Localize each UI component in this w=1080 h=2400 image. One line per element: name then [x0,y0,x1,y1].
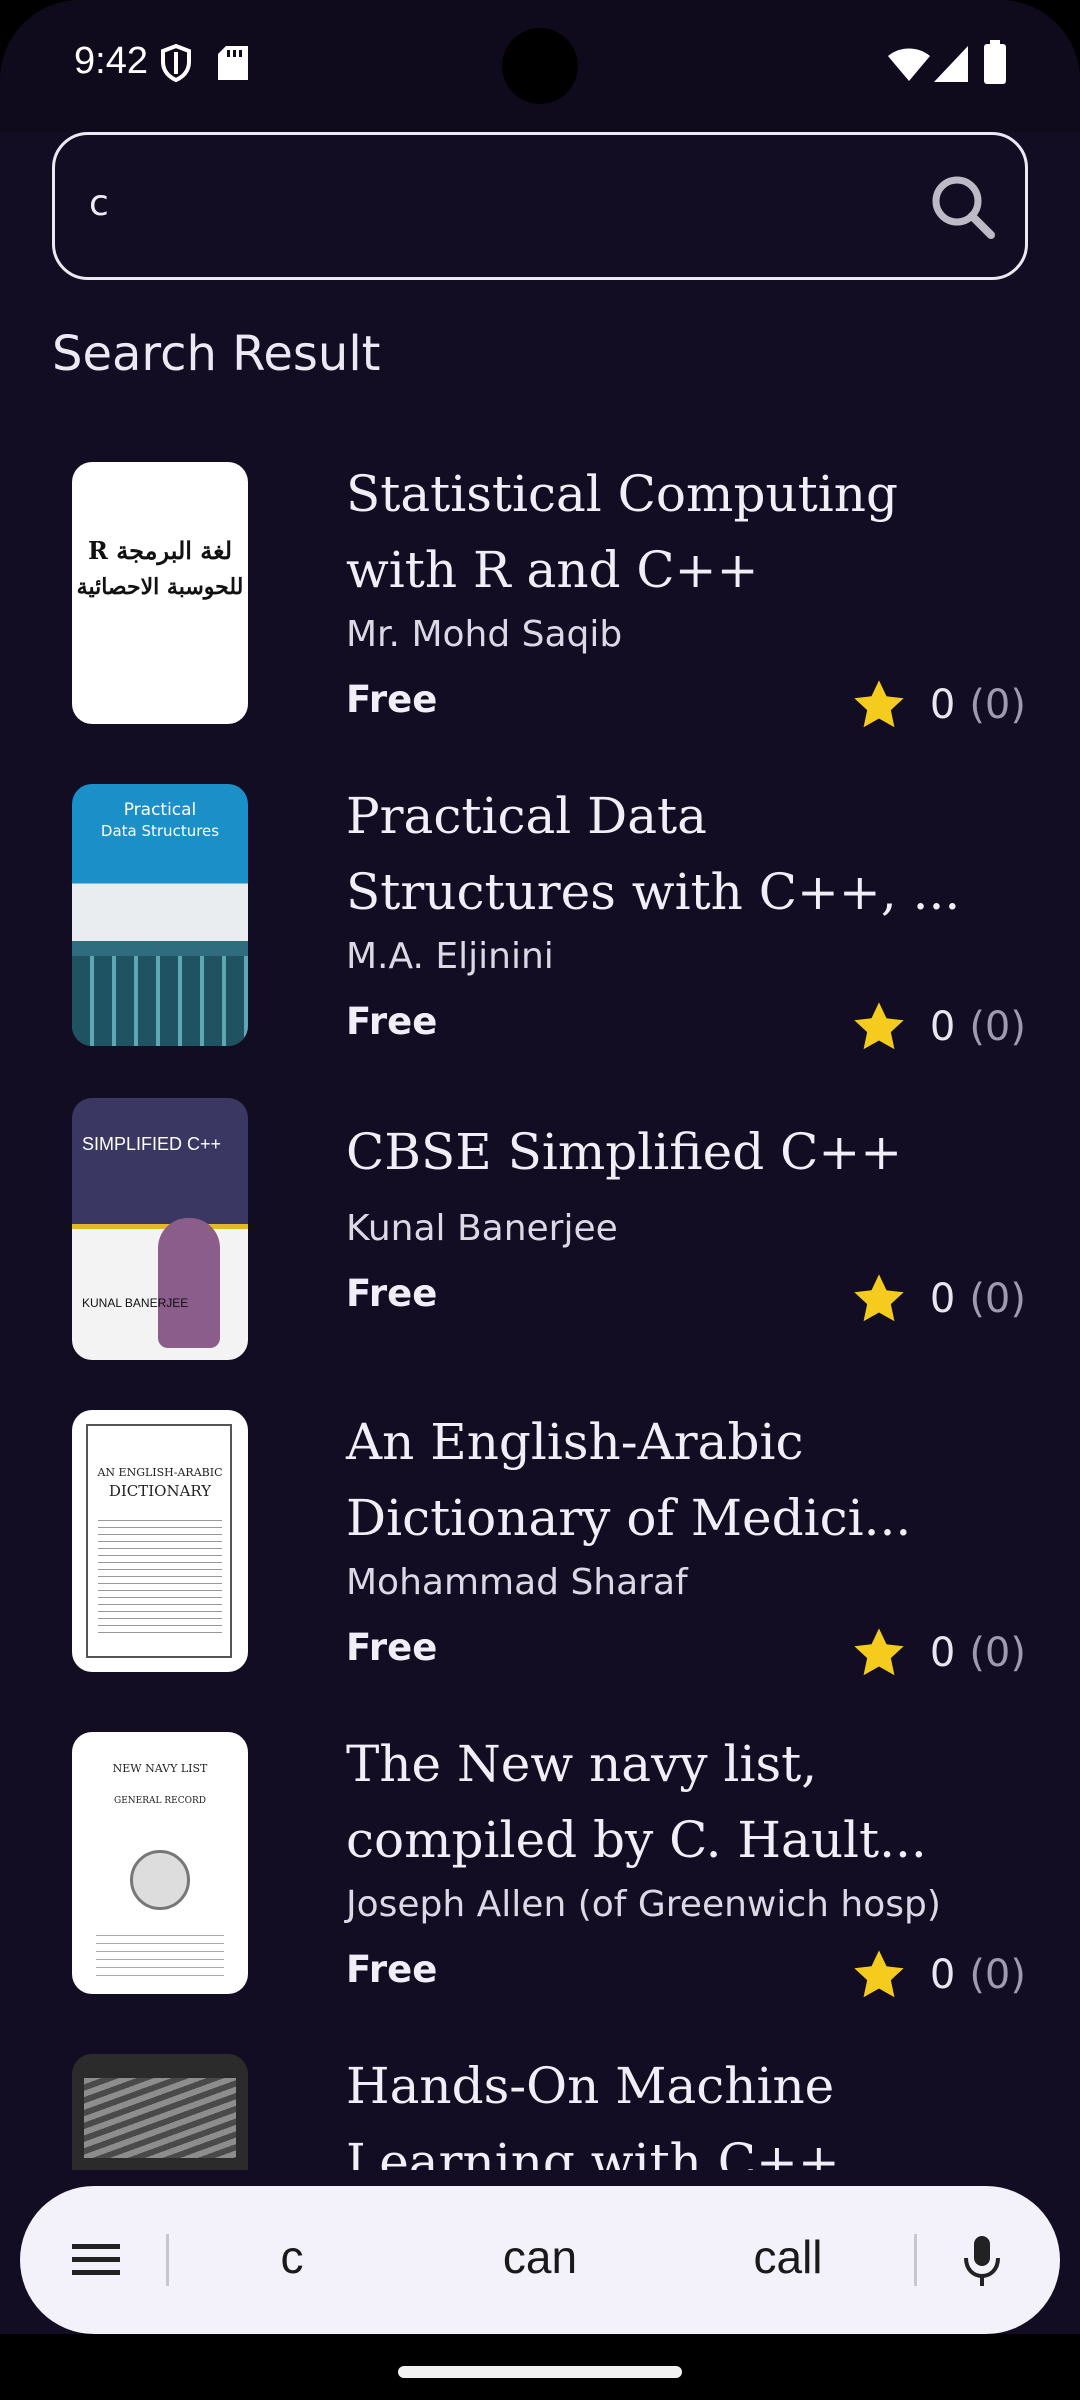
book-author: Mr. Mohd Saqib [346,614,623,655]
rating-value: 0 [929,1276,956,1322]
book-price: Free [346,1948,438,1991]
cover-text: للحوسبة الاحصائية [76,574,244,600]
search-icon[interactable] [927,171,999,243]
star-icon [854,1950,904,1998]
book-title: Statistical Computing with R and C++ [346,456,1046,608]
book-author: Joseph Allen (of Greenwich hosp) [346,1884,941,1925]
cover-text: R لغة البرمجة [87,536,233,565]
cover-image [84,2078,236,2158]
book-title-line: Learning with C++ [346,2133,840,2170]
cover-seal [130,1850,190,1910]
book-title: An English-Arabic Dictionary of Medici..… [346,1404,1046,1556]
star-icon [854,1002,904,1050]
rating: 0 (0) [850,1270,1026,1328]
book-cover: Practical Data Structures [72,784,248,1046]
book-title-line: The New navy list, [346,1735,818,1793]
book-price: Free [346,1626,438,1669]
book-price: Free [346,1272,438,1315]
star-icon [854,680,904,728]
section-title: Search Result [52,326,381,382]
mic-icon[interactable] [952,2230,1012,2290]
divider [914,2234,917,2286]
book-title-line: Statistical Computing [346,465,898,523]
cover-text: GENERAL RECORD [114,1796,206,1806]
search-input[interactable]: c [89,183,109,224]
cover-text: AN ENGLISH-ARABIC [97,1466,223,1479]
rating-value: 0 [929,1630,956,1676]
camera-cutout [502,28,578,104]
divider [166,2234,169,2286]
keyboard-suggestion-bar: c can call [20,2186,1060,2334]
book-author: M.A. Eljinini [346,936,554,977]
suggestion-3[interactable]: call [688,2230,888,2284]
results-list: R لغة البرمجة للحوسبة الاحصائية Statisti… [0,440,1080,2170]
book-title-line: compiled by C. Hault... [346,1811,927,1869]
wifi-icon [888,48,930,81]
rating-count: (0) [969,1630,1026,1676]
rating-count: (0) [969,1004,1026,1050]
cover-building [72,956,248,1046]
suggestion-2[interactable]: can [440,2230,640,2284]
book-cover [72,2054,248,2170]
rating-value: 0 [929,1004,956,1050]
rating-value: 0 [929,1952,956,1998]
book-title-line: Practical Data [346,787,707,845]
signal-icon [934,46,968,82]
cover-text: Practical [123,800,197,820]
cover-text: SIMPLIFIED C++ [82,1134,222,1154]
cover-text: Data Structures [100,822,220,840]
rating-count: (0) [969,1952,1026,1998]
rating: 0 (0) [850,1946,1026,2004]
battery-icon [984,40,1006,84]
book-cover: SIMPLIFIED C++ KUNAL BANERJEE [72,1098,248,1360]
rating: 0 (0) [850,998,1026,1056]
book-title-line: Dictionary of Medici... [346,1489,912,1547]
book-title-line: CBSE Simplified C++ [346,1123,903,1181]
book-cover: NEW NAVY LIST GENERAL RECORD [72,1732,248,1994]
book-cover: R لغة البرمجة للحوسبة الاحصائية [72,462,248,724]
book-title: Hands-On Machine Learning with C++ [346,2048,1046,2170]
cover-text: DICTIONARY [108,1482,212,1500]
search-box[interactable]: c [52,132,1028,280]
book-title-line: Structures with C++, ... [346,863,961,921]
rating-count: (0) [969,1276,1026,1322]
shield-icon [161,44,191,82]
book-price: Free [346,1000,438,1043]
suggestion-1[interactable]: c [192,2230,392,2284]
book-title: CBSE Simplified C++ [346,1114,1046,1190]
cover-lines [96,1928,224,1978]
book-author: Kunal Banerjee [346,1208,618,1249]
cover-lines [98,1514,222,1634]
home-gesture-handle[interactable] [398,2366,682,2378]
book-title-line: with R and C++ [346,541,759,599]
rating: 0 (0) [850,1624,1026,1682]
rating-value: 0 [929,682,956,728]
status-time: 9:42 [74,40,148,82]
rating-count: (0) [969,682,1026,728]
book-title-line: Hands-On Machine [346,2057,835,2115]
book-title-line: An English-Arabic [346,1413,804,1471]
cover-text: KUNAL BANERJEE [82,1296,189,1310]
menu-icon[interactable] [68,2232,124,2288]
star-icon [854,1274,904,1322]
book-title: The New navy list, compiled by C. Hault.… [346,1726,1046,1878]
book-cover: AN ENGLISH-ARABIC DICTIONARY [72,1410,248,1672]
star-icon [854,1628,904,1676]
status-bar: 9:42 [0,0,1080,132]
rating: 0 (0) [850,676,1026,734]
book-price: Free [346,678,438,721]
book-author: Mohammad Sharaf [346,1562,688,1603]
book-title: Practical Data Structures with C++, ... [346,778,1046,930]
cover-face [158,1218,220,1348]
sd-card-icon [218,46,248,80]
screen: 9:42 c Search Result R لغة البرمجة للحوس… [0,0,1080,2400]
cover-text: NEW NAVY LIST [112,1762,208,1775]
